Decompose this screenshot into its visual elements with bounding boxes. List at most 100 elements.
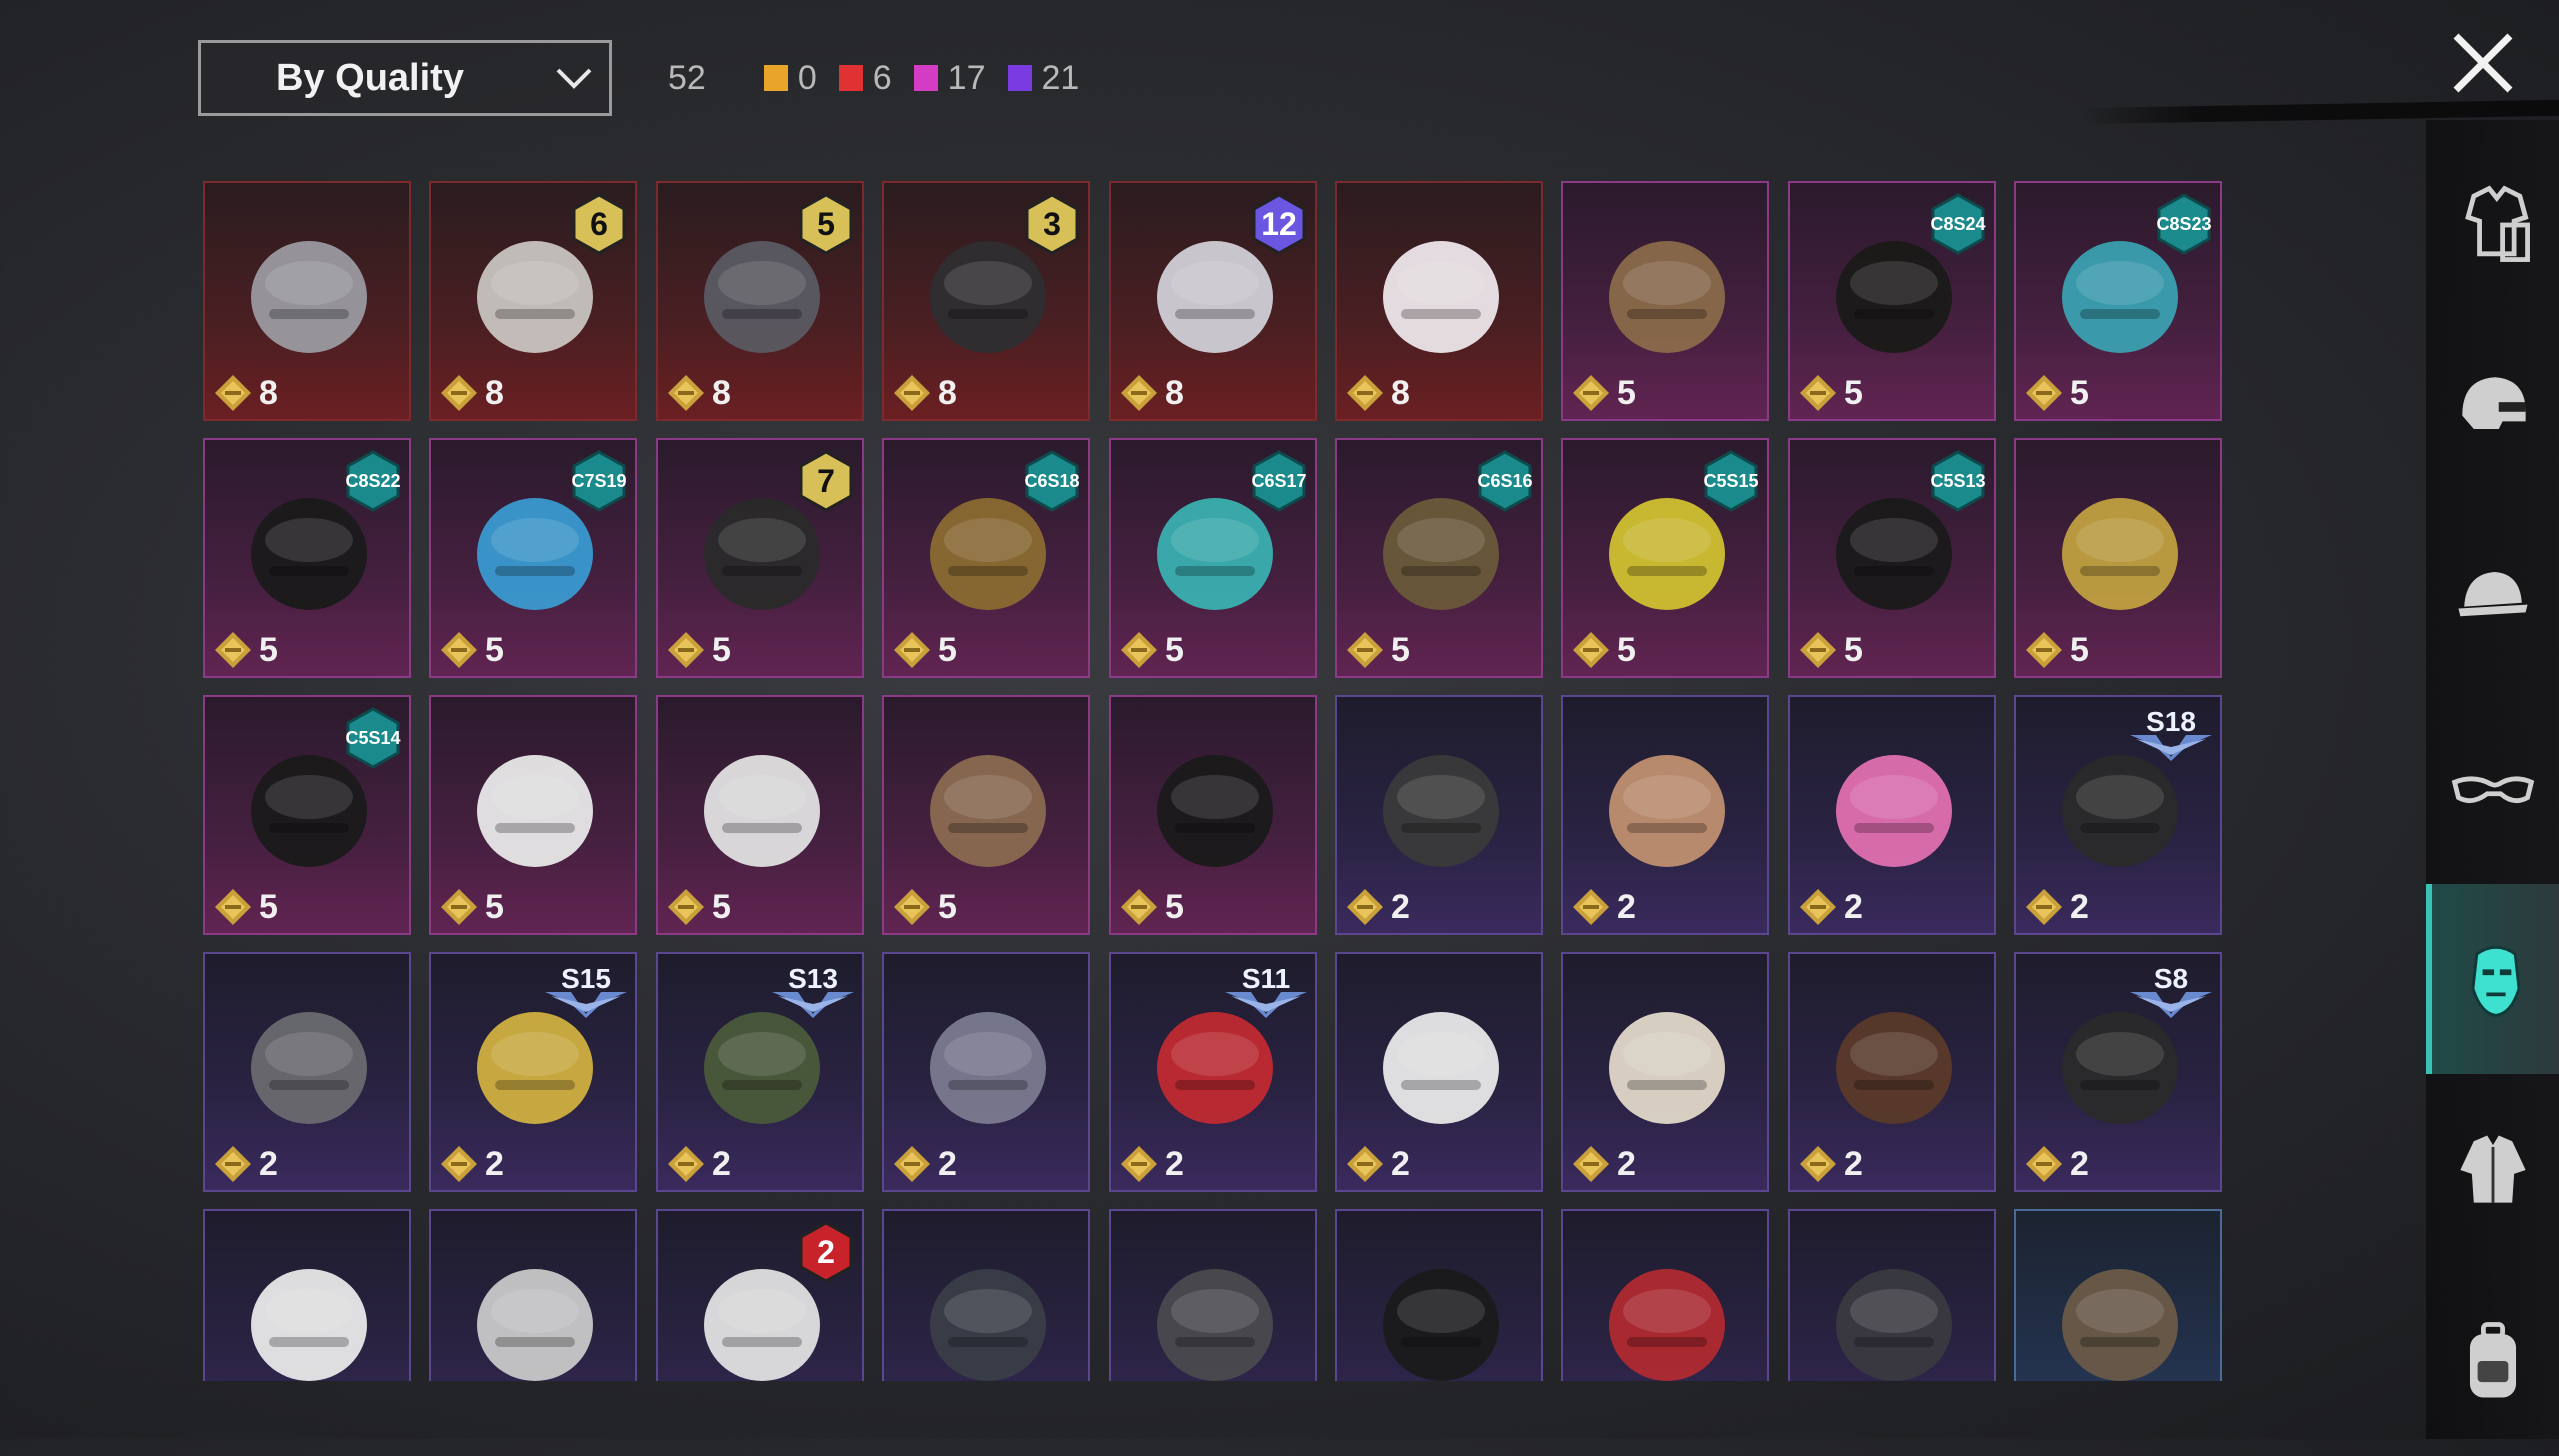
item-card[interactable]: 5 C8S23	[2014, 181, 2222, 421]
sidebar-item-glasses[interactable]	[2426, 693, 2559, 883]
item-card[interactable]	[2014, 1209, 2222, 1381]
item-card[interactable]	[429, 1209, 637, 1381]
item-card[interactable]: 2	[1788, 952, 1996, 1192]
item-card[interactable]	[1335, 1209, 1543, 1381]
item-card[interactable]: 5 C6S16	[1335, 438, 1543, 678]
season-badge-value: S13	[788, 963, 838, 994]
item-card[interactable]: 2	[1788, 695, 1996, 935]
item-card[interactable]: 5 C8S22	[203, 438, 411, 678]
item-card[interactable]: 5 C7S19	[429, 438, 637, 678]
item-card[interactable]	[203, 1209, 411, 1381]
coin-icon	[1573, 1146, 1609, 1182]
item-card[interactable]: 5	[429, 695, 637, 935]
coin-icon	[1121, 1146, 1157, 1182]
item-card[interactable]: 5	[1561, 181, 1769, 421]
item-card[interactable]: 2	[882, 952, 1090, 1192]
close-button[interactable]	[2448, 28, 2518, 98]
coin-icon	[894, 375, 930, 411]
item-card[interactable]: 2	[1561, 952, 1769, 1192]
item-card[interactable]: 5 C6S17	[1109, 438, 1317, 678]
item-cost-value: 2	[712, 1144, 731, 1183]
item-card[interactable]	[1788, 1209, 1996, 1381]
item-card[interactable]	[882, 1209, 1090, 1381]
outfit-icon	[2464, 185, 2530, 262]
item-cost: 5	[439, 887, 504, 927]
item-card[interactable]: 2 S13	[656, 952, 864, 1192]
item-cost: 5	[892, 630, 957, 670]
item-card[interactable]: 2	[203, 952, 411, 1192]
item-card[interactable]: 5	[2014, 438, 2222, 678]
coin-icon	[1347, 632, 1383, 668]
item-cost: 2	[2024, 887, 2089, 927]
item-cost-value: 5	[712, 887, 731, 926]
sidebar-item-helmet[interactable]	[2426, 311, 2559, 501]
item-card[interactable]: 2	[1335, 952, 1543, 1192]
cycle-season-badge-value: C6S18	[1024, 470, 1080, 491]
item-card[interactable]: 2 S15	[429, 952, 637, 1192]
item-cost: 5	[1119, 887, 1184, 927]
item-art	[477, 755, 593, 867]
item-cost: 5	[2024, 373, 2089, 413]
item-card[interactable]: 5 7	[656, 438, 864, 678]
mask-inventory-grid: 8 8 6 8 5 8 3 8 12 8 5 5 C8S24 5 C8S23 5…	[203, 181, 2223, 1381]
item-cost-value: 5	[1165, 630, 1184, 669]
item-cost-value: 5	[938, 887, 957, 926]
item-card[interactable]: 5 C5S14	[203, 695, 411, 935]
item-card[interactable]: 5 C5S13	[1788, 438, 1996, 678]
item-cost-value: 5	[259, 887, 278, 926]
item-cost-value: 5	[485, 887, 504, 926]
item-cost: 2	[1345, 887, 1410, 927]
cycle-season-badge-value: C8S24	[1930, 213, 1986, 234]
sidebar-item-jacket[interactable]	[2426, 1075, 2559, 1265]
coin-icon	[894, 1146, 930, 1182]
item-cost-value: 8	[938, 373, 957, 412]
count-red: 6	[838, 59, 892, 98]
item-cost: 8	[1345, 373, 1410, 413]
item-cost-value: 5	[1165, 887, 1184, 926]
item-card[interactable]: 8 5	[656, 181, 864, 421]
item-cost-value: 5	[1844, 630, 1863, 669]
cycle-season-badge: C6S17	[1251, 450, 1307, 512]
cycle-season-badge-value: C8S23	[2156, 213, 2212, 234]
item-card[interactable]	[1109, 1209, 1317, 1381]
item-card[interactable]: 8 6	[429, 181, 637, 421]
item-card[interactable]: 8 3	[882, 181, 1090, 421]
sort-dropdown[interactable]: By Quality	[198, 40, 612, 116]
cycle-season-badge-value: C8S22	[345, 470, 401, 491]
cycle-season-badge: C5S15	[1703, 450, 1759, 512]
sidebar-item-cap[interactable]	[2426, 502, 2559, 692]
item-card[interactable]: 5 C5S15	[1561, 438, 1769, 678]
item-card[interactable]: 8	[203, 181, 411, 421]
coin-icon	[441, 375, 477, 411]
item-card[interactable]: 2 S8	[2014, 952, 2222, 1192]
item-card[interactable]: 5 C8S24	[1788, 181, 1996, 421]
item-card[interactable]: 5 C6S18	[882, 438, 1090, 678]
item-card[interactable]: 5	[656, 695, 864, 935]
item-card[interactable]: 2	[1335, 695, 1543, 935]
item-card[interactable]: 2	[656, 1209, 864, 1381]
item-cost-value: 8	[485, 373, 504, 412]
season-badge: S18	[2126, 705, 2216, 761]
item-card[interactable]: 2 S18	[2014, 695, 2222, 935]
item-cost-value: 2	[2070, 1144, 2089, 1183]
item-cost-value: 2	[1391, 887, 1410, 926]
coin-icon	[1573, 375, 1609, 411]
item-card[interactable]: 8 12	[1109, 181, 1317, 421]
coin-icon	[215, 375, 251, 411]
item-art	[1836, 755, 1952, 867]
item-cost: 5	[1345, 630, 1410, 670]
sidebar-item-bag[interactable]	[2426, 1266, 2559, 1456]
item-cost: 8	[439, 373, 504, 413]
season-badge: S15	[541, 962, 631, 1018]
item-card[interactable]: 5	[882, 695, 1090, 935]
item-card[interactable]	[1561, 1209, 1769, 1381]
item-cost: 2	[1798, 1144, 1863, 1184]
item-art	[1383, 1012, 1499, 1124]
item-card[interactable]: 8	[1335, 181, 1543, 421]
item-card[interactable]: 2 S11	[1109, 952, 1317, 1192]
sidebar-item-mask[interactable]	[2426, 884, 2559, 1074]
item-card[interactable]: 2	[1561, 695, 1769, 935]
item-card[interactable]: 5	[1109, 695, 1317, 935]
sort-dropdown-label: By Quality	[276, 56, 464, 99]
sidebar-item-outfit[interactable]	[2426, 130, 2559, 320]
